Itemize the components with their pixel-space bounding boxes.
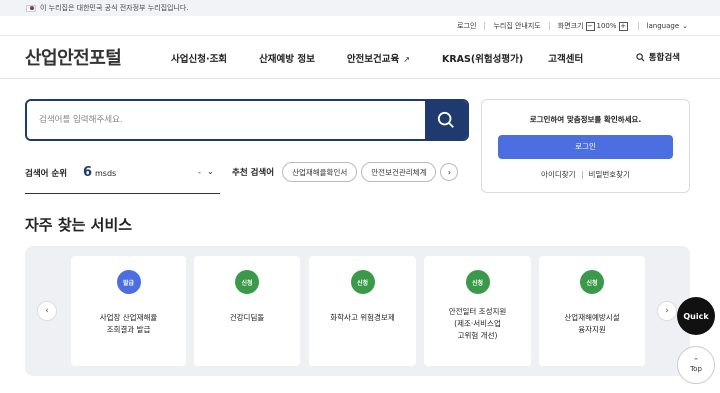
service-card[interactable]: 신청 화학사고 위험경보제 (309, 256, 416, 366)
nav-item-support[interactable]: 고객센터 (548, 51, 583, 65)
utility-bar: 로그인 누리집 안내지도 화면크기 − 100% + language ⌄ (0, 16, 720, 36)
language-selector[interactable]: language ⌄ (647, 22, 688, 30)
keyword-chip[interactable]: 산업재해율확인서 (282, 162, 358, 182)
login-button[interactable]: 로그인 (498, 135, 673, 159)
find-password-link[interactable]: 비밀번호찾기 (589, 169, 630, 180)
divider (548, 22, 550, 30)
sitemap-link[interactable]: 누리집 안내지도 (493, 21, 540, 31)
total-search-button[interactable]: 통합검색 (636, 51, 680, 63)
service-card-label: 건강디딤돌 (229, 313, 265, 322)
chevron-up-icon: ⌃ (693, 357, 699, 365)
recommended-keywords: 추천 검색어 산업재해율확인서 안전보건관리체계 › (232, 162, 459, 182)
language-label: language (646, 22, 680, 30)
login-link[interactable]: 로그인 (457, 21, 476, 31)
nav-item-kras[interactable]: KRAS(위험성평가) (442, 51, 523, 65)
find-id-link[interactable]: 아이디찾기 (541, 169, 576, 180)
status-badge: 신청 (465, 270, 490, 294)
main-search (25, 99, 469, 141)
total-search-label: 통합검색 (648, 53, 680, 63)
quick-menu-button[interactable]: Quick (677, 297, 715, 335)
chevron-down-icon[interactable]: ⌄ (207, 167, 214, 176)
zoom-label: 화면크기 (557, 22, 584, 30)
search-icon (636, 52, 645, 61)
chevron-right-icon[interactable]: › (440, 163, 459, 181)
divider (581, 170, 583, 179)
status-badge: 신청 (580, 270, 604, 294)
nav-item-apply[interactable]: 사업신청·조회 (171, 51, 227, 65)
gov-banner: 이 누리집은 대한민국 공식 전자정부 누리집입니다. (0, 0, 720, 16)
service-card[interactable]: 신청 안전일터 조성지원 (제조·서비스업 고위험 개선) (424, 256, 531, 366)
divider (637, 22, 639, 30)
nav-item-education[interactable]: 안전보건교육 ↗ (347, 51, 410, 65)
external-link-icon: ↗ (403, 55, 410, 64)
site-logo[interactable]: 산업안전포털 (25, 44, 122, 70)
nav-item-education-label: 안전보건교육 (346, 54, 400, 65)
main-nav: 사업신청·조회 산재예방 정보 안전보건교육 ↗ KRAS(위험성평가) 고객센터 (171, 51, 583, 65)
korea-flag-icon (26, 4, 36, 12)
service-card[interactable]: 발급 사업장 산업재해율 조회결과 발급 (71, 256, 186, 366)
carousel-prev-button[interactable]: ‹ (37, 301, 57, 321)
service-card-label: 산업재해예방시설 융자지원 (564, 313, 620, 334)
gov-banner-text: 이 누리집은 대한민국 공식 전자정부 누리집입니다. (40, 4, 189, 12)
chevron-right-icon: › (665, 306, 669, 316)
keyword-chip[interactable]: 안전보건관리체계 (361, 162, 437, 182)
status-badge: 발급 (116, 270, 141, 294)
service-card[interactable]: 신청 산업재해예방시설 융자지원 (539, 256, 645, 366)
search-input[interactable] (27, 101, 427, 139)
chevron-down-icon: ⌄ (682, 22, 688, 30)
status-badge: 신청 (235, 270, 259, 294)
login-message: 로그인하여 맞춤정보를 확인하세요. (529, 115, 642, 124)
scroll-top-label: Top (690, 365, 702, 373)
search-rank-label: 검색어 순위 (25, 169, 68, 179)
login-links: 아이디찾기 비밀번호찾기 (482, 169, 689, 180)
chevron-left-icon: ‹ (45, 306, 49, 316)
search-rank: 검색어 순위 6 msds - ⌄ (25, 164, 220, 194)
service-card-label: 안전일터 조성지원 (제조·서비스업 고위험 개선) (448, 307, 507, 340)
search-rank-number: 6 (83, 165, 93, 180)
zoom-out-button[interactable]: − (585, 21, 595, 31)
recommended-label: 추천 검색어 (232, 168, 275, 178)
section-title: 자주 찾는 서비스 (25, 216, 133, 234)
site-header: 산업안전포털 사업신청·조회 산재예방 정보 안전보건교육 ↗ KRAS(위험성평… (0, 37, 720, 79)
service-card-label: 화학사고 위험경보제 (330, 313, 395, 322)
search-rank-keyword[interactable]: msds (95, 169, 116, 178)
service-card[interactable]: 신청 건강디딤돌 (194, 256, 300, 366)
search-rank-change: - (198, 168, 201, 177)
status-badge: 신청 (350, 270, 375, 294)
login-panel: 로그인하여 맞춤정보를 확인하세요. 로그인 아이디찾기 비밀번호찾기 (481, 99, 690, 193)
service-card-label: 사업장 산업재해율 조회결과 발급 (99, 313, 158, 334)
search-icon (437, 111, 454, 128)
zoom-value: 100% (596, 22, 617, 30)
nav-item-prevention[interactable]: 산재예방 정보 (259, 51, 315, 65)
divider (484, 22, 486, 30)
scroll-top-button[interactable]: ⌃ Top (677, 346, 715, 384)
search-button[interactable] (425, 101, 467, 139)
zoom-in-button[interactable]: + (618, 21, 628, 31)
service-carousel: ‹ 발급 사업장 산업재해율 조회결과 발급 신청 건강디딤돌 신청 화학사고 … (25, 246, 690, 376)
carousel-next-button[interactable]: › (657, 301, 677, 321)
